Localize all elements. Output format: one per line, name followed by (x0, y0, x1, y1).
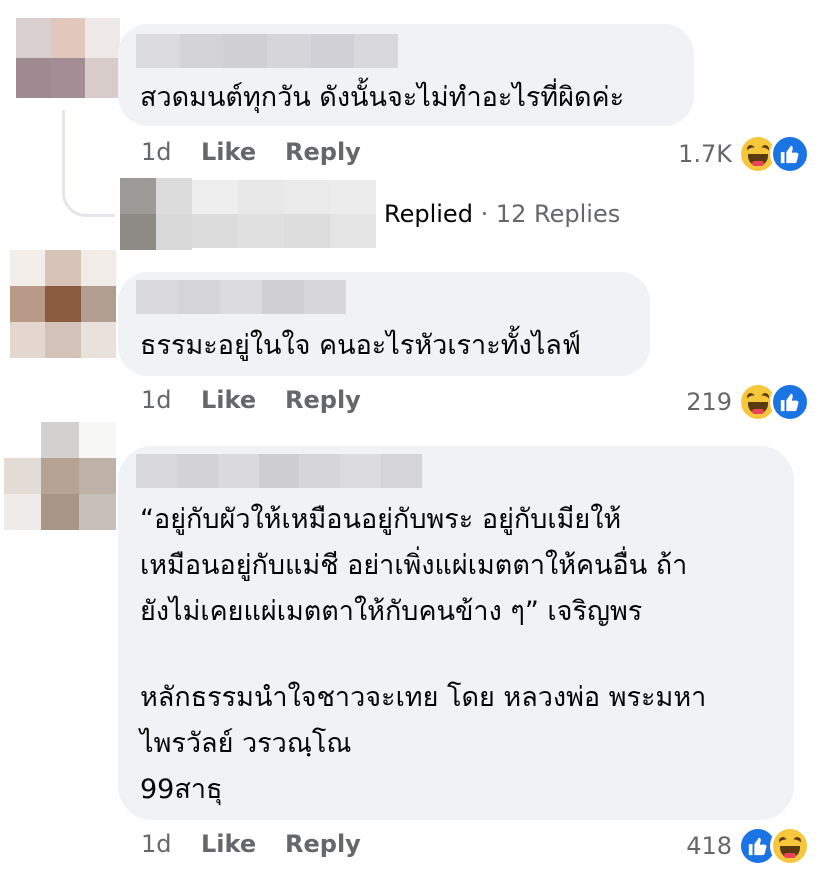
like-button[interactable]: Like (201, 138, 256, 166)
reaction-count[interactable]: 418 (640, 832, 732, 860)
comment-text-line: หลักธรรมนำใจชาวจะเทย โดย หลวงพ่อ พระมหา (140, 682, 707, 713)
comment-text-line: ไพรวัลย์ วรวณฺโณ (140, 728, 352, 759)
commenter-avatar-blurred[interactable] (4, 422, 116, 530)
separator-dot: · (480, 200, 489, 228)
commenter-name-blurred[interactable] (136, 280, 346, 314)
like-icon (770, 382, 810, 422)
replier-avatar-blurred[interactable] (120, 178, 192, 250)
comment-text-line: เหมือนอยู่กับแม่ชี อย่าเพิ่งแผ่เมตตาให้ค… (140, 550, 688, 581)
commenter-name-blurred[interactable] (136, 454, 423, 488)
reply-button[interactable]: Reply (285, 386, 361, 414)
comment-time[interactable]: 1d (141, 830, 172, 858)
comment-text-line: “อยู่กับผัวให้เหมือนอยู่กับพระ อยู่กับเม… (140, 504, 622, 535)
replies-count: 12 Replies (495, 200, 621, 228)
reply-thread-line (62, 110, 115, 217)
comment-time[interactable]: 1d (141, 138, 172, 166)
commenter-avatar-blurred[interactable] (16, 18, 120, 98)
comment-text: สวดมนต์ทุกวัน ดังนั้นจะไม่ทำอะไรที่ผิดค่… (140, 82, 625, 113)
replier-name-blurred[interactable] (192, 180, 376, 248)
view-replies-link[interactable]: Replied · 12 Replies (384, 200, 620, 228)
comment-text: ธรรมะอยู่ในใจ คนอะไรหัวเราะทั้งไลฟ์ (140, 330, 581, 361)
reaction-count[interactable]: 219 (640, 388, 732, 416)
like-icon (770, 134, 810, 174)
reply-button[interactable]: Reply (285, 830, 361, 858)
comment-text-line: ยังไม่เคยแผ่เมตตาให้กับคนข้าง ๆ” เจริญพร (140, 596, 643, 627)
comment-text-line: 99สาธุ (140, 774, 223, 805)
reaction-count[interactable]: 1.7K (640, 140, 732, 168)
reply-button[interactable]: Reply (285, 138, 361, 166)
like-button[interactable]: Like (201, 830, 256, 858)
like-button[interactable]: Like (201, 386, 256, 414)
haha-icon (770, 826, 810, 866)
commenter-name-blurred[interactable] (136, 34, 399, 68)
replied-label: Replied (384, 200, 473, 228)
comment-time[interactable]: 1d (141, 386, 172, 414)
commenter-avatar-blurred[interactable] (10, 250, 116, 358)
